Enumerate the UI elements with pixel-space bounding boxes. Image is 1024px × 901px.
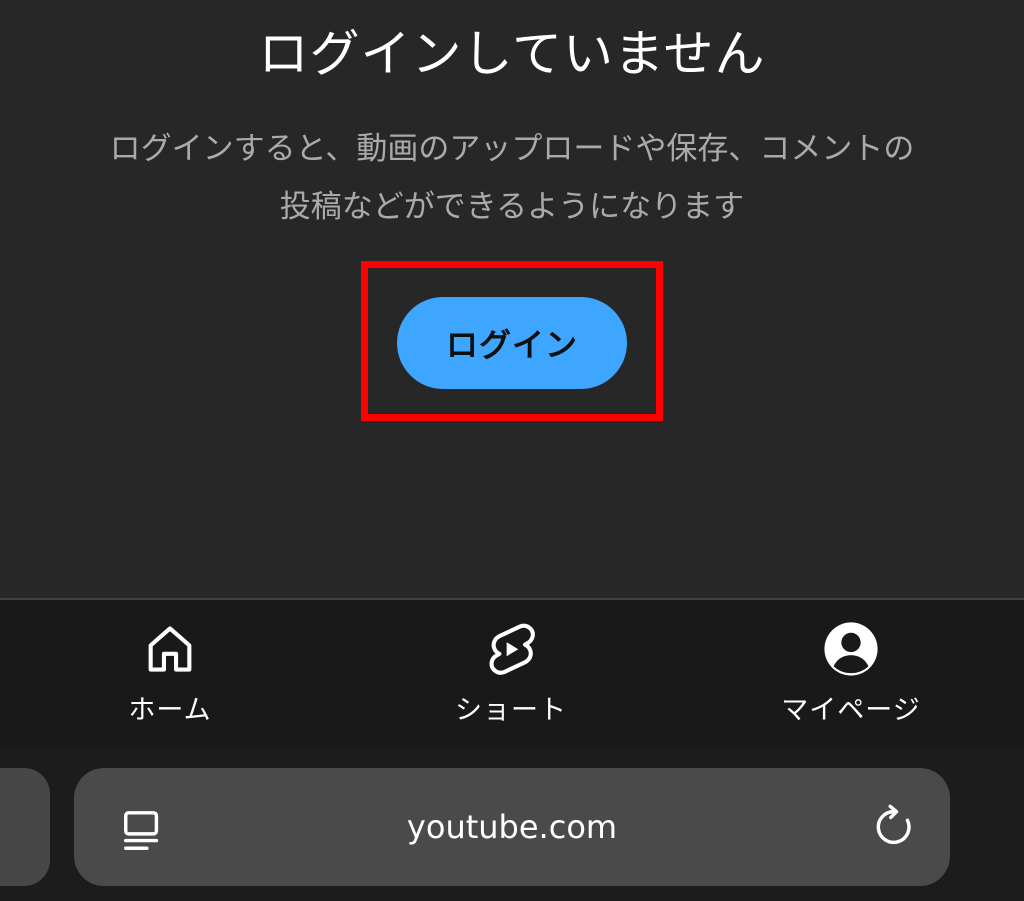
login-button[interactable]: ログイン (397, 297, 627, 389)
home-icon (148, 626, 192, 672)
nav-label-home: ホーム (128, 695, 212, 726)
account-icon (824, 622, 878, 676)
login-description: ログインすると、動画のアップロードや保存、コメントの 投稿などができるようになり… (20, 120, 1004, 236)
nav-item-shorts[interactable]: ショート (391, 620, 631, 730)
nav-label-shorts: ショート (455, 695, 567, 726)
address-bar[interactable]: youtube.com (74, 768, 950, 886)
browser-toolbar: youtube.com (0, 746, 1024, 901)
page-title: ログインしていません (258, 25, 766, 83)
nav-item-home[interactable]: ホーム (50, 620, 290, 730)
main-content: ログインしていません ログインすると、動画のアップロードや保存、コメントの 投稿… (0, 0, 1024, 598)
description-line-2: 投稿などができるようになります (279, 189, 745, 225)
description-line-1: ログインすると、動画のアップロードや保存、コメントの (109, 131, 915, 167)
url-text: youtube.com (406, 808, 618, 846)
reload-icon[interactable] (872, 804, 918, 850)
previous-tab[interactable] (0, 768, 50, 886)
shorts-icon (489, 623, 535, 675)
nav-item-account[interactable]: マイページ (731, 620, 971, 730)
nav-label-account: マイページ (781, 695, 921, 726)
bottom-nav: ホーム ショート マイページ (0, 600, 1024, 746)
